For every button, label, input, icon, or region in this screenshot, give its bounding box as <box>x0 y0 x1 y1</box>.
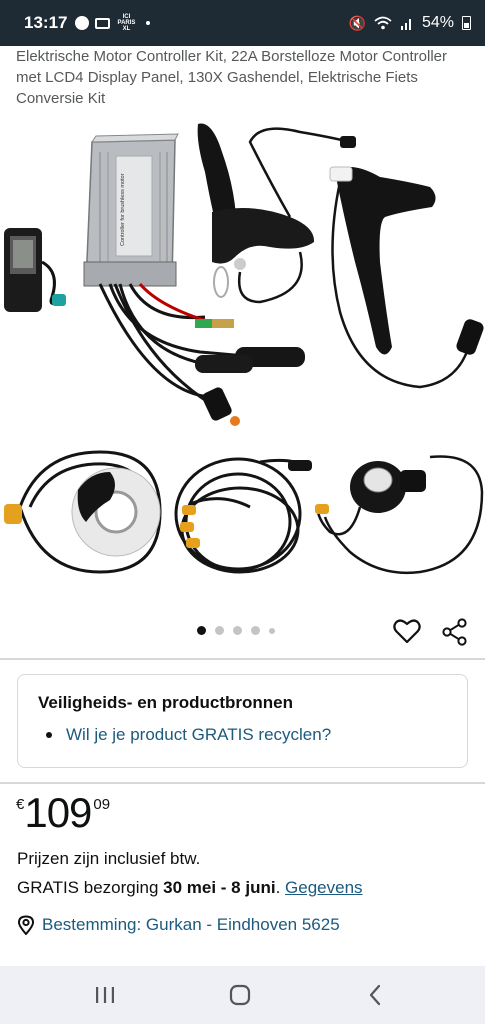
signal-icon <box>400 19 411 30</box>
card-icon <box>95 17 111 29</box>
more-notifications-icon <box>146 21 151 25</box>
connector-image <box>288 460 312 471</box>
location-pin-icon <box>17 915 35 935</box>
controller-label: Controller for brushless motor <box>120 173 126 246</box>
carousel-dot[interactable] <box>269 627 275 634</box>
notification-app-icon <box>75 16 90 30</box>
recent-apps-icon[interactable] <box>91 982 119 1008</box>
price-currency: € <box>16 796 25 813</box>
vat-note: Prijzen zijn inclusief btw. <box>17 849 201 868</box>
battery-icon <box>462 16 471 30</box>
back-icon[interactable] <box>362 982 390 1008</box>
cable-harness-image <box>174 457 311 574</box>
recycle-list-item: Wil je je product GRATIS recyclen? <box>38 725 447 745</box>
system-navigation-bar <box>0 966 485 1024</box>
delivery-details-link[interactable]: Gegevens <box>285 878 363 897</box>
destination-text[interactable]: Bestemming: Gurkan - Eindhoven 5625 <box>42 915 340 935</box>
destination-link[interactable]: Bestemming: Gurkan - Eindhoven 5625 <box>17 915 340 935</box>
carousel-dot[interactable] <box>215 626 224 635</box>
lcd4-display-image <box>4 228 66 312</box>
safety-resources-card: Veiligheids- en productbronnen Wil je je… <box>17 674 468 768</box>
recycle-link[interactable]: Wil je je product GRATIS recyclen? <box>66 725 331 745</box>
status-bar: 13:17 ICI PARIS XL 🔇 54% <box>0 0 485 46</box>
mute-icon: 🔇 <box>348 14 366 31</box>
delivery-period: . <box>275 878 286 897</box>
section-divider <box>0 782 485 784</box>
brake-lever-left-image <box>197 123 356 304</box>
notification-icons: ICI PARIS XL <box>75 14 151 32</box>
price-whole: 109 <box>24 789 92 836</box>
connector-image <box>212 319 234 328</box>
connector-image <box>182 505 196 515</box>
section-divider <box>0 658 485 660</box>
controller-box-image: Controller for brushless motor <box>83 133 179 287</box>
clock: 13:17 <box>24 13 68 32</box>
brand-notification-icon: ICI PARIS XL <box>117 14 136 32</box>
throttle-image <box>315 455 484 574</box>
bullet-icon <box>46 732 52 738</box>
price: € 109 09 <box>16 790 110 836</box>
product-image-gallery[interactable]: Controller for brushless motor <box>0 112 485 652</box>
carousel-indicator[interactable] <box>197 626 275 635</box>
delivery-info: GRATIS bezorging 30 mei - 8 juni. Gegeve… <box>17 878 363 898</box>
delivery-dates: 30 mei - 8 juni <box>163 878 276 897</box>
home-icon[interactable] <box>226 982 254 1008</box>
system-icons: 🔇 54% <box>349 14 471 32</box>
carousel-dot[interactable] <box>251 626 260 635</box>
connector-image <box>195 355 253 373</box>
brake-lever-right-image <box>329 166 484 389</box>
price-fraction: 09 <box>93 796 111 813</box>
connector-image <box>186 538 200 548</box>
pas-sensor-image <box>4 450 162 574</box>
product-title: Elektrische Motor Controller Kit, 22A Bo… <box>16 48 448 107</box>
share-icon[interactable] <box>442 618 468 646</box>
connector-image <box>230 416 240 426</box>
battery-percentage: 54% <box>421 14 454 31</box>
carousel-dot[interactable] <box>197 626 206 635</box>
safety-heading: Veiligheids- en productbronnen <box>38 693 294 712</box>
heart-icon[interactable] <box>393 618 421 644</box>
connector-image <box>202 387 232 421</box>
carousel-dot[interactable] <box>233 626 242 635</box>
wifi-icon <box>374 16 392 30</box>
connector-image <box>180 522 194 532</box>
delivery-prefix: GRATIS bezorging <box>17 878 164 897</box>
